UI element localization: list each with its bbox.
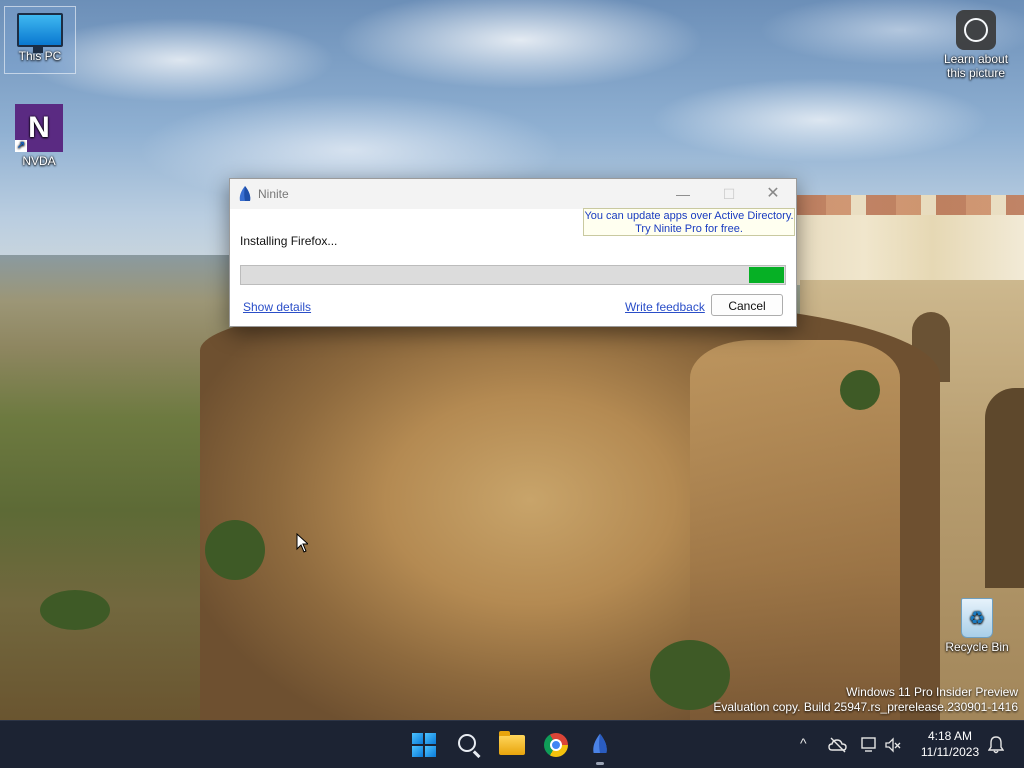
wallpaper-roofs — [796, 195, 1024, 215]
promo-line: You can update apps over Active Director… — [584, 210, 794, 222]
ninite-icon — [593, 733, 607, 753]
ninite-taskbar-button[interactable] — [584, 729, 616, 765]
file-explorer-icon — [499, 731, 525, 755]
wallpaper-bush — [40, 590, 110, 630]
windows-watermark: Windows 11 Pro Insider Preview Evaluatio… — [713, 685, 1018, 715]
watermark-line: Windows 11 Pro Insider Preview — [846, 685, 1018, 699]
close-button[interactable]: ✕ — [750, 179, 796, 209]
watermark-line: Evaluation copy. Build 25947.rs_prerelea… — [713, 700, 1018, 714]
onedrive-icon[interactable] — [828, 737, 848, 753]
desktop-icon-this-pc[interactable]: This PC — [4, 6, 76, 74]
notification-bell-icon[interactable] — [988, 736, 1004, 754]
chrome-icon — [544, 733, 568, 757]
nvda-icon: N ↗ — [15, 104, 63, 152]
volume-muted-icon[interactable] — [884, 736, 902, 754]
shortcut-arrow-icon: ↗ — [15, 140, 27, 152]
nvda-glyph: N — [28, 111, 50, 144]
mouse-cursor-icon — [296, 533, 308, 553]
desktop-icon-nvda[interactable]: N ↗ NVDA — [4, 104, 74, 168]
network-icon[interactable] — [860, 736, 878, 754]
desktop-wallpaper — [0, 0, 1024, 720]
show-details-link[interactable]: Show details — [243, 300, 311, 314]
clock-time: 4:18 AM — [927, 729, 973, 743]
desktop-icon-recycle-bin[interactable]: ♻ Recycle Bin — [940, 598, 1014, 654]
desktop-icon-label: NVDA — [22, 154, 56, 168]
wallpaper-bush — [840, 370, 880, 410]
taskbar: ^ 4:18 AM 11/11/2023 — [0, 720, 1024, 768]
camera-icon — [956, 10, 996, 50]
wallpaper-arch — [985, 388, 1024, 588]
install-progress-bar — [240, 265, 786, 285]
install-status: Installing Firefox... — [240, 234, 338, 248]
desktop-icon-learn-about-picture[interactable]: Learn about this picture — [938, 10, 1014, 80]
title-bar[interactable]: Ninite — ☐ ✕ — [230, 179, 796, 209]
progress-fill — [748, 267, 784, 283]
monitor-icon — [17, 13, 63, 53]
start-icon — [412, 733, 436, 757]
desktop-icon-label: Learn about this picture — [943, 52, 1009, 80]
maximize-button[interactable]: ☐ — [706, 179, 752, 209]
chrome-button[interactable] — [540, 729, 572, 761]
desktop-icon-label: Recycle Bin — [945, 640, 1009, 654]
clock[interactable]: 4:18 AM 11/11/2023 — [912, 729, 988, 759]
ninite-window: Ninite — ☐ ✕ You can update apps over Ac… — [229, 178, 797, 327]
promo-line: Try Ninite Pro for free. — [635, 223, 743, 235]
file-explorer-button[interactable] — [496, 729, 528, 761]
clock-date: 11/11/2023 — [920, 745, 980, 759]
ninite-pro-promo[interactable]: You can update apps over Active Director… — [583, 208, 795, 236]
window-title: Ninite — [258, 187, 289, 201]
recycle-bin-icon: ♻ — [961, 598, 993, 638]
search-icon — [458, 734, 476, 752]
wallpaper-bush — [205, 520, 265, 580]
write-feedback-link[interactable]: Write feedback — [625, 300, 705, 314]
search-button[interactable] — [452, 729, 484, 761]
show-hidden-icons-chevron[interactable]: ^ — [800, 735, 807, 751]
cancel-button[interactable]: Cancel — [711, 294, 783, 316]
minimize-button[interactable]: — — [660, 179, 706, 209]
start-button[interactable] — [408, 729, 440, 761]
ninite-icon — [239, 186, 251, 201]
